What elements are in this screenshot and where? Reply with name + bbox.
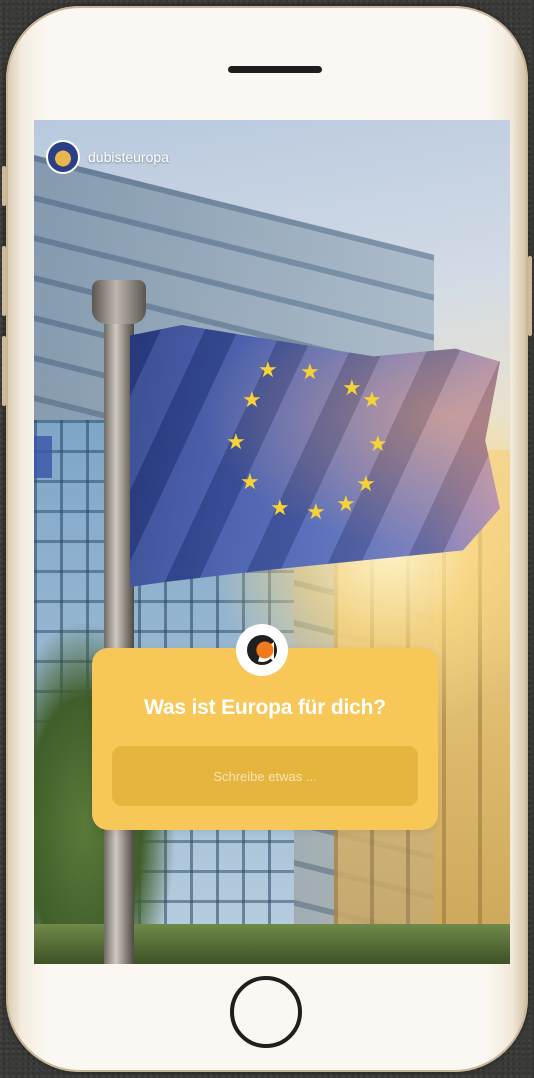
star-icon: ★: [300, 359, 320, 384]
star-icon: ★: [258, 357, 278, 382]
phone-frame: ★ ★ ★ ★ ★ ★ ★ ★ ★ ★ ★ ★ dubisteuropa Was…: [2, 6, 532, 1072]
flag-edge-left: [34, 436, 52, 478]
flag-pole: [104, 315, 134, 964]
story-header[interactable]: dubisteuropa: [46, 140, 169, 174]
flag-pole-cap: [92, 280, 146, 324]
star-icon: ★: [368, 431, 388, 456]
mute-switch: [2, 166, 6, 206]
star-icon: ★: [362, 387, 382, 412]
volume-down-button: [2, 336, 6, 406]
avatar[interactable]: [46, 140, 80, 174]
volume-up-button: [2, 246, 6, 316]
star-icon: ★: [226, 429, 246, 454]
question-text: Was ist Europa für dich?: [144, 696, 386, 719]
eu-flag: ★ ★ ★ ★ ★ ★ ★ ★ ★ ★ ★ ★: [130, 325, 500, 587]
question-logo: [236, 624, 288, 676]
power-button: [528, 256, 532, 336]
star-icon: ★: [270, 495, 290, 520]
dubisteuropa-logo-icon: [247, 635, 277, 665]
star-icon: ★: [306, 499, 326, 524]
star-icon: ★: [240, 469, 260, 494]
answer-input[interactable]: [112, 746, 418, 806]
earpiece-speaker: [228, 66, 322, 73]
story-screen: ★ ★ ★ ★ ★ ★ ★ ★ ★ ★ ★ ★ dubisteuropa Was…: [34, 120, 510, 964]
home-button[interactable]: [230, 976, 302, 1048]
star-icon: ★: [336, 491, 356, 516]
star-icon: ★: [342, 375, 362, 400]
star-icon: ★: [242, 387, 262, 412]
star-icon: ★: [356, 471, 376, 496]
story-username[interactable]: dubisteuropa: [88, 149, 169, 165]
